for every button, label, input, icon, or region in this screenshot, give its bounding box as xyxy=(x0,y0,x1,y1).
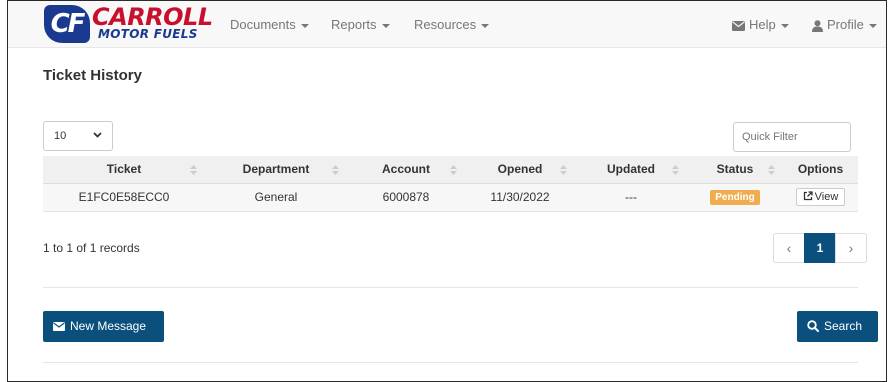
column-header-label: Ticket xyxy=(106,162,142,177)
column-header-label: Updated xyxy=(607,162,655,177)
column-header-department[interactable]: Department xyxy=(205,156,347,184)
user-icon xyxy=(812,19,823,32)
column-header-label: Opened xyxy=(497,162,543,177)
cell-ticket: E1FC0E58ECC0 xyxy=(43,183,205,212)
page-title: Ticket History xyxy=(43,67,142,84)
column-header-options: Options xyxy=(783,156,858,184)
table-header-row: Ticket Department Account Opened Updated xyxy=(43,156,858,184)
status-badge: Pending xyxy=(710,190,760,205)
nav-documents[interactable]: Documents xyxy=(230,17,309,32)
pagination: ‹ 1 › xyxy=(773,233,867,263)
caret-down-icon xyxy=(868,23,877,28)
quick-filter-input[interactable] xyxy=(733,122,851,152)
brand-logo[interactable]: CF CARROLL MOTOR FUELS xyxy=(44,5,213,43)
top-navbar: CF CARROLL MOTOR FUELS Documents Reports… xyxy=(8,1,886,48)
cell-status: Pending xyxy=(687,183,783,212)
search-label: Search xyxy=(824,319,863,333)
search-icon xyxy=(807,320,819,332)
cell-updated: --- xyxy=(575,183,687,212)
divider xyxy=(43,362,858,363)
caret-down-icon xyxy=(481,23,490,28)
new-message-label: New Message xyxy=(70,319,147,333)
nav-help[interactable]: Help xyxy=(732,17,789,32)
table-row: E1FC0E58ECC0 General 6000878 11/30/2022 … xyxy=(43,183,858,212)
sort-icon xyxy=(672,165,679,175)
nav-help-label: Help xyxy=(749,17,776,32)
chevron-down-icon xyxy=(93,132,102,138)
page-length-select[interactable]: 10 xyxy=(43,121,113,151)
envelope-icon xyxy=(53,322,65,331)
nav-documents-label: Documents xyxy=(230,17,296,32)
nav-profile[interactable]: Profile xyxy=(812,17,877,32)
column-header-account[interactable]: Account xyxy=(347,156,465,184)
sort-icon xyxy=(560,165,567,175)
pagination-prev-button[interactable]: ‹ xyxy=(773,233,805,263)
nav-reports-label: Reports xyxy=(331,17,377,32)
caret-down-icon xyxy=(780,23,789,28)
logo-subtitle: MOTOR FUELS xyxy=(98,27,198,41)
cell-options: View xyxy=(783,183,858,212)
logo-wordmark: CARROLL xyxy=(92,3,213,31)
view-button[interactable]: View xyxy=(795,188,846,206)
view-button-label: View xyxy=(814,191,839,203)
new-message-button[interactable]: New Message xyxy=(43,311,164,342)
nav-resources[interactable]: Resources xyxy=(414,17,490,32)
caret-down-icon xyxy=(300,23,309,28)
column-header-opened[interactable]: Opened xyxy=(465,156,575,184)
sort-icon xyxy=(450,165,457,175)
pagination-page-button[interactable]: 1 xyxy=(804,233,836,263)
nav-profile-label: Profile xyxy=(827,17,864,32)
logo-mark: CF xyxy=(44,5,90,43)
column-header-label: Status xyxy=(716,162,754,177)
search-button[interactable]: Search xyxy=(797,311,878,342)
external-link-icon xyxy=(803,191,813,201)
cell-account: 6000878 xyxy=(347,183,465,212)
envelope-icon xyxy=(732,20,745,31)
nav-reports[interactable]: Reports xyxy=(331,17,390,32)
sort-icon xyxy=(332,165,339,175)
column-header-ticket[interactable]: Ticket xyxy=(43,156,205,184)
column-header-label: Department xyxy=(242,162,310,177)
divider xyxy=(43,287,858,288)
cell-department: General xyxy=(205,183,347,212)
caret-down-icon xyxy=(381,23,390,28)
page-length-value: 10 xyxy=(54,130,67,142)
cell-opened: 11/30/2022 xyxy=(465,183,575,212)
column-header-status[interactable]: Status xyxy=(687,156,783,184)
app-window: CF CARROLL MOTOR FUELS Documents Reports… xyxy=(7,0,887,382)
column-header-label: Account xyxy=(382,162,430,177)
records-summary: 1 to 1 of 1 records xyxy=(43,241,140,255)
ticket-table: Ticket Department Account Opened Updated xyxy=(43,156,858,212)
nav-resources-label: Resources xyxy=(414,17,477,32)
sort-icon xyxy=(768,165,775,175)
sort-icon xyxy=(190,165,197,175)
column-header-updated[interactable]: Updated xyxy=(575,156,687,184)
pagination-next-button[interactable]: › xyxy=(835,233,867,263)
column-header-label: Options xyxy=(797,162,844,177)
